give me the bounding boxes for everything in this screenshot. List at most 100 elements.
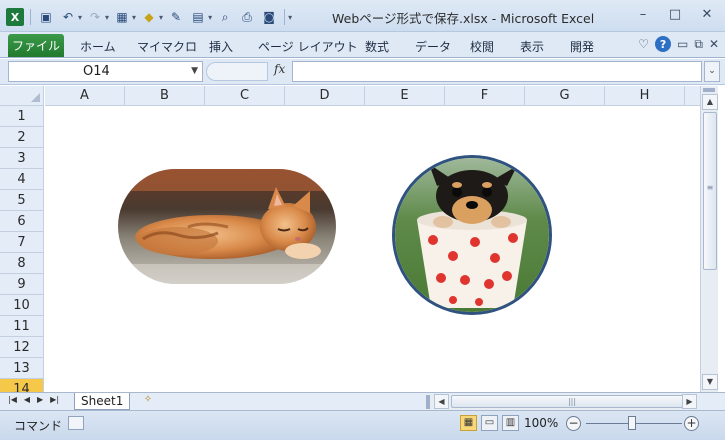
zoom-out-icon[interactable]: − <box>566 416 581 431</box>
puppy-picture[interactable] <box>392 155 552 315</box>
column-header[interactable]: A <box>45 86 125 106</box>
normal-view-icon[interactable]: ▦ <box>460 415 477 431</box>
row-header[interactable]: 6 <box>0 211 44 232</box>
tab-file[interactable]: ファイル <box>8 34 64 57</box>
row-header[interactable]: 7 <box>0 232 44 253</box>
horizontal-scrollbar[interactable]: ◀ ||| ▶ <box>426 394 698 410</box>
minimize-button[interactable]: – <box>629 4 657 24</box>
horizontal-scroll-thumb[interactable]: ||| <box>451 395 693 408</box>
maximize-button[interactable]: □ <box>661 4 689 24</box>
formula-input[interactable] <box>292 61 702 82</box>
formula-bar: O14 ▼ fx ⌄ <box>0 59 725 85</box>
close-button[interactable]: ✕ <box>693 4 721 24</box>
column-header[interactable]: B <box>125 86 205 106</box>
tab-data[interactable]: データ <box>415 36 451 56</box>
last-sheet-icon[interactable]: ▶| <box>50 395 59 404</box>
next-sheet-icon[interactable]: ▶ <box>37 395 43 404</box>
macro-recording-icon[interactable] <box>68 416 84 430</box>
format-painter-icon[interactable]: ✎ <box>167 8 185 26</box>
row-header[interactable]: 2 <box>0 127 44 148</box>
column-header[interactable]: F <box>445 86 525 106</box>
worksheet-grid[interactable]: A B C D E F G H 1 2 3 4 5 6 7 8 9 10 11 … <box>0 86 700 392</box>
formula-bar-splitter[interactable] <box>206 62 268 81</box>
row-header[interactable]: 8 <box>0 253 44 274</box>
chevron-down-icon[interactable]: ▼ <box>191 62 198 81</box>
row-header[interactable]: 11 <box>0 316 44 337</box>
help-icon[interactable]: ? <box>655 36 672 52</box>
window-controls: – □ ✕ <box>629 4 721 24</box>
workbook-restore-icon[interactable]: ⧉ <box>694 37 703 52</box>
chevron-down-icon[interactable]: ▾ <box>208 13 212 22</box>
view-buttons: ▦ ▭ ▥ <box>460 415 519 431</box>
row-header[interactable]: 10 <box>0 295 44 316</box>
row-header-active[interactable]: 14 <box>0 379 44 392</box>
zoom-slider-thumb[interactable] <box>628 416 636 430</box>
row-header[interactable]: 13 <box>0 358 44 379</box>
tab-developer[interactable]: 開発 <box>570 36 594 56</box>
tab-my-macro[interactable]: マイマクロ <box>137 36 197 56</box>
column-header[interactable]: E <box>365 86 445 106</box>
camera-icon[interactable]: ◙ <box>260 8 278 26</box>
row-header[interactable]: 9 <box>0 274 44 295</box>
zoom-level[interactable]: 100% <box>524 416 558 430</box>
scroll-up-icon[interactable]: ▲ <box>702 94 718 110</box>
column-header[interactable]: C <box>205 86 285 106</box>
tab-home[interactable]: ホーム <box>80 36 116 56</box>
prev-sheet-icon[interactable]: ◀ <box>24 395 30 404</box>
workbook-minimize-icon[interactable]: ▭ <box>677 37 688 51</box>
ribbon-collapse-icon[interactable]: ♡ <box>638 37 649 51</box>
vertical-split-handle[interactable] <box>703 88 715 92</box>
row-header[interactable]: 3 <box>0 148 44 169</box>
kitten-picture[interactable] <box>118 169 336 284</box>
vertical-scrollbar[interactable]: ▲ ≡ ▼ <box>700 86 718 392</box>
chevron-down-icon[interactable]: ▾ <box>105 13 109 22</box>
fill-color-icon[interactable]: ◆ <box>140 8 158 26</box>
scroll-left-icon[interactable]: ◀ <box>434 394 449 409</box>
sheet-tab-bar: |◀ ◀ ▶ ▶| Sheet1 ✧ ◀ ||| ▶ <box>0 392 725 410</box>
sheet-tab[interactable]: Sheet1 <box>74 393 131 410</box>
first-sheet-icon[interactable]: |◀ <box>8 395 17 404</box>
insert-function-icon[interactable]: fx <box>274 62 285 76</box>
redo-icon[interactable]: ↷ <box>86 8 104 26</box>
save-icon[interactable]: ▣ <box>37 8 55 26</box>
column-header[interactable]: H <box>605 86 685 106</box>
undo-icon[interactable]: ↶ <box>59 8 77 26</box>
row-header[interactable]: 5 <box>0 190 44 211</box>
tab-view[interactable]: 表示 <box>520 36 544 56</box>
puppy-image <box>395 158 549 312</box>
row-header[interactable]: 12 <box>0 337 44 358</box>
tab-insert[interactable]: 挿入 <box>209 36 233 56</box>
column-header[interactable] <box>685 86 700 106</box>
column-header[interactable]: D <box>285 86 365 106</box>
kitten-image <box>118 169 336 284</box>
page-break-view-icon[interactable]: ▥ <box>502 415 519 431</box>
tab-review[interactable]: 校閲 <box>470 36 494 56</box>
vertical-scroll-thumb[interactable]: ≡ <box>703 112 717 270</box>
scroll-right-icon[interactable]: ▶ <box>682 394 697 409</box>
paste-icon[interactable]: ▤ <box>189 8 207 26</box>
status-bar: コマンド ▦ ▭ ▥ 100% − + <box>0 410 725 440</box>
zoom-in-icon[interactable]: + <box>684 416 699 431</box>
row-header[interactable]: 1 <box>0 106 44 127</box>
expand-formula-bar-icon[interactable]: ⌄ <box>704 61 720 82</box>
borders-icon[interactable]: ▦ <box>113 8 131 26</box>
name-box[interactable]: O14 ▼ <box>8 61 203 82</box>
insert-sheet-icon[interactable]: ✧ <box>138 394 158 409</box>
print-preview-icon[interactable]: ⌕ <box>216 8 234 26</box>
page-layout-view-icon[interactable]: ▭ <box>481 415 498 431</box>
chevron-down-icon[interactable]: ▾ <box>78 13 82 22</box>
print-icon[interactable]: ⎙ <box>238 8 256 26</box>
horizontal-split-handle[interactable] <box>426 395 430 409</box>
customize-qat-icon[interactable]: ▾ <box>288 13 292 22</box>
select-all-button[interactable] <box>0 86 44 106</box>
chevron-down-icon[interactable]: ▾ <box>132 13 136 22</box>
chevron-down-icon[interactable]: ▾ <box>159 13 163 22</box>
row-header[interactable]: 4 <box>0 169 44 190</box>
tab-formulas[interactable]: 数式 <box>365 36 389 56</box>
workbook-close-icon[interactable]: ✕ <box>709 37 719 51</box>
toolbar-separator <box>30 9 31 25</box>
scroll-down-icon[interactable]: ▼ <box>702 374 718 390</box>
tab-page-layout[interactable]: ページ レイアウト <box>258 36 358 56</box>
excel-logo-icon[interactable]: X <box>6 8 24 26</box>
column-header[interactable]: G <box>525 86 605 106</box>
